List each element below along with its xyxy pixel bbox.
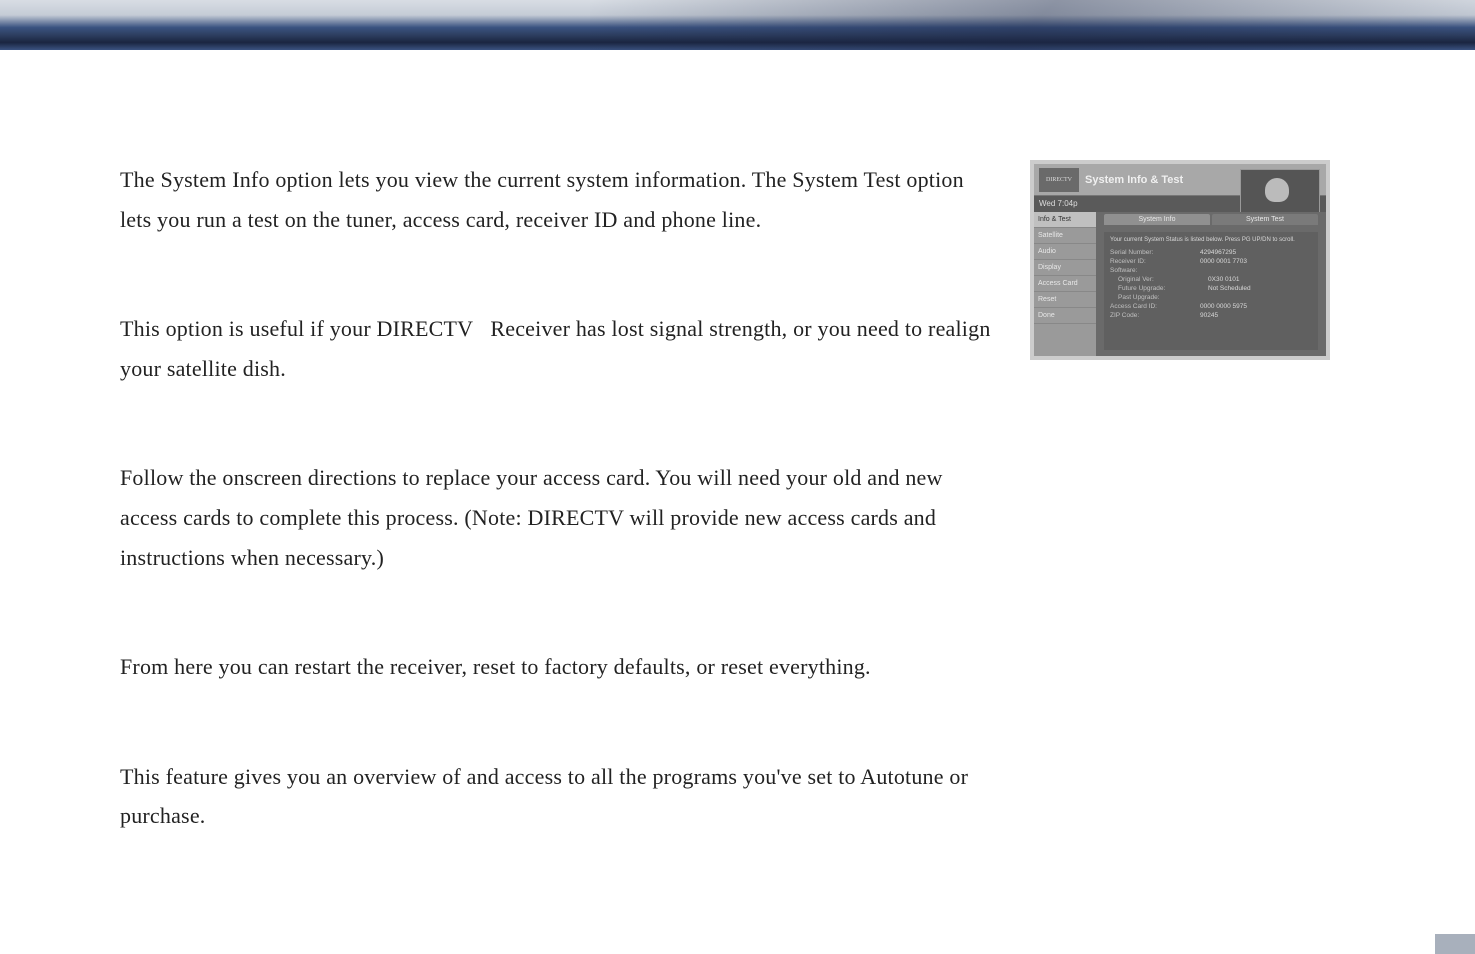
- row-zip: ZIP Code: 90245: [1110, 312, 1312, 319]
- row-access-card: Access Card ID: 0000 0000 5975: [1110, 303, 1312, 310]
- system-info-screenshot: DIRECTV System Info & Test Wed 7:04p Inf…: [1030, 160, 1330, 360]
- paragraph-scheduler: This feature gives you an overview of an…: [120, 757, 1000, 836]
- screenshot-title: System Info & Test: [1085, 174, 1183, 186]
- value-zip: 90245: [1200, 312, 1312, 319]
- sidebar-item-satellite: Satellite: [1034, 228, 1096, 244]
- text-column: The System Info option lets you view the…: [120, 160, 1000, 906]
- sidebar-item-access-card: Access Card: [1034, 276, 1096, 292]
- page-banner: [0, 0, 1475, 50]
- panel-instruction: Your current System Status is listed bel…: [1110, 237, 1312, 243]
- label-future: Future Upgrade:: [1118, 285, 1208, 292]
- value-original: 0X30 0101: [1208, 276, 1312, 283]
- value-receiver: 0000 0001 7703: [1200, 258, 1312, 265]
- tab-system-info: System Info: [1104, 214, 1210, 225]
- value-access: 0000 0000 5975: [1200, 303, 1312, 310]
- label-receiver: Receiver ID:: [1110, 258, 1200, 265]
- picture-in-picture: [1240, 169, 1320, 215]
- info-panel: Your current System Status is listed bel…: [1104, 232, 1318, 350]
- screenshot-body: Info & Test Satellite Audio Display Acce…: [1034, 212, 1326, 356]
- row-past-upgrade: Past Upgrade:: [1110, 294, 1312, 301]
- value-future: Not Scheduled: [1208, 285, 1312, 292]
- label-software: Software:: [1110, 267, 1200, 274]
- row-serial: Serial Number: 4294967295: [1110, 249, 1312, 256]
- paragraph-satellite: This option is useful if your DIRECTV Re…: [120, 309, 1000, 388]
- directv-logo: DIRECTV: [1039, 168, 1079, 192]
- label-serial: Serial Number:: [1110, 249, 1200, 256]
- content-area: The System Info option lets you view the…: [0, 50, 1475, 906]
- paragraph-info-test: The System Info option lets you view the…: [120, 160, 1000, 239]
- image-column: DIRECTV System Info & Test Wed 7:04p Inf…: [1030, 160, 1340, 906]
- row-future-upgrade: Future Upgrade: Not Scheduled: [1110, 285, 1312, 292]
- label-access: Access Card ID:: [1110, 303, 1200, 310]
- label-original: Original Ver:: [1118, 276, 1208, 283]
- row-receiver: Receiver ID: 0000 0001 7703: [1110, 258, 1312, 265]
- sidebar-item-done: Done: [1034, 308, 1096, 324]
- tab-system-test: System Test: [1212, 214, 1318, 225]
- paragraph-access-card: Follow the onscreen directions to replac…: [120, 458, 1000, 577]
- paragraph-reset: From here you can restart the receiver, …: [120, 647, 1000, 687]
- sidebar-item-reset: Reset: [1034, 292, 1096, 308]
- value-serial: 4294967295: [1200, 249, 1312, 256]
- sidebar-item-info-test: Info & Test: [1034, 212, 1096, 228]
- screenshot-header: DIRECTV System Info & Test: [1034, 164, 1326, 196]
- row-original-ver: Original Ver: 0X30 0101: [1110, 276, 1312, 283]
- screenshot-sidebar: Info & Test Satellite Audio Display Acce…: [1034, 212, 1096, 356]
- screenshot-main: System Info System Test Your current Sys…: [1096, 212, 1326, 356]
- page-corner-tab: [1435, 934, 1475, 954]
- sidebar-item-audio: Audio: [1034, 244, 1096, 260]
- label-zip: ZIP Code:: [1110, 312, 1200, 319]
- screenshot-tabs: System Info System Test: [1104, 214, 1318, 225]
- sidebar-item-display: Display: [1034, 260, 1096, 276]
- row-software: Software:: [1110, 267, 1312, 274]
- label-past: Past Upgrade:: [1118, 294, 1208, 301]
